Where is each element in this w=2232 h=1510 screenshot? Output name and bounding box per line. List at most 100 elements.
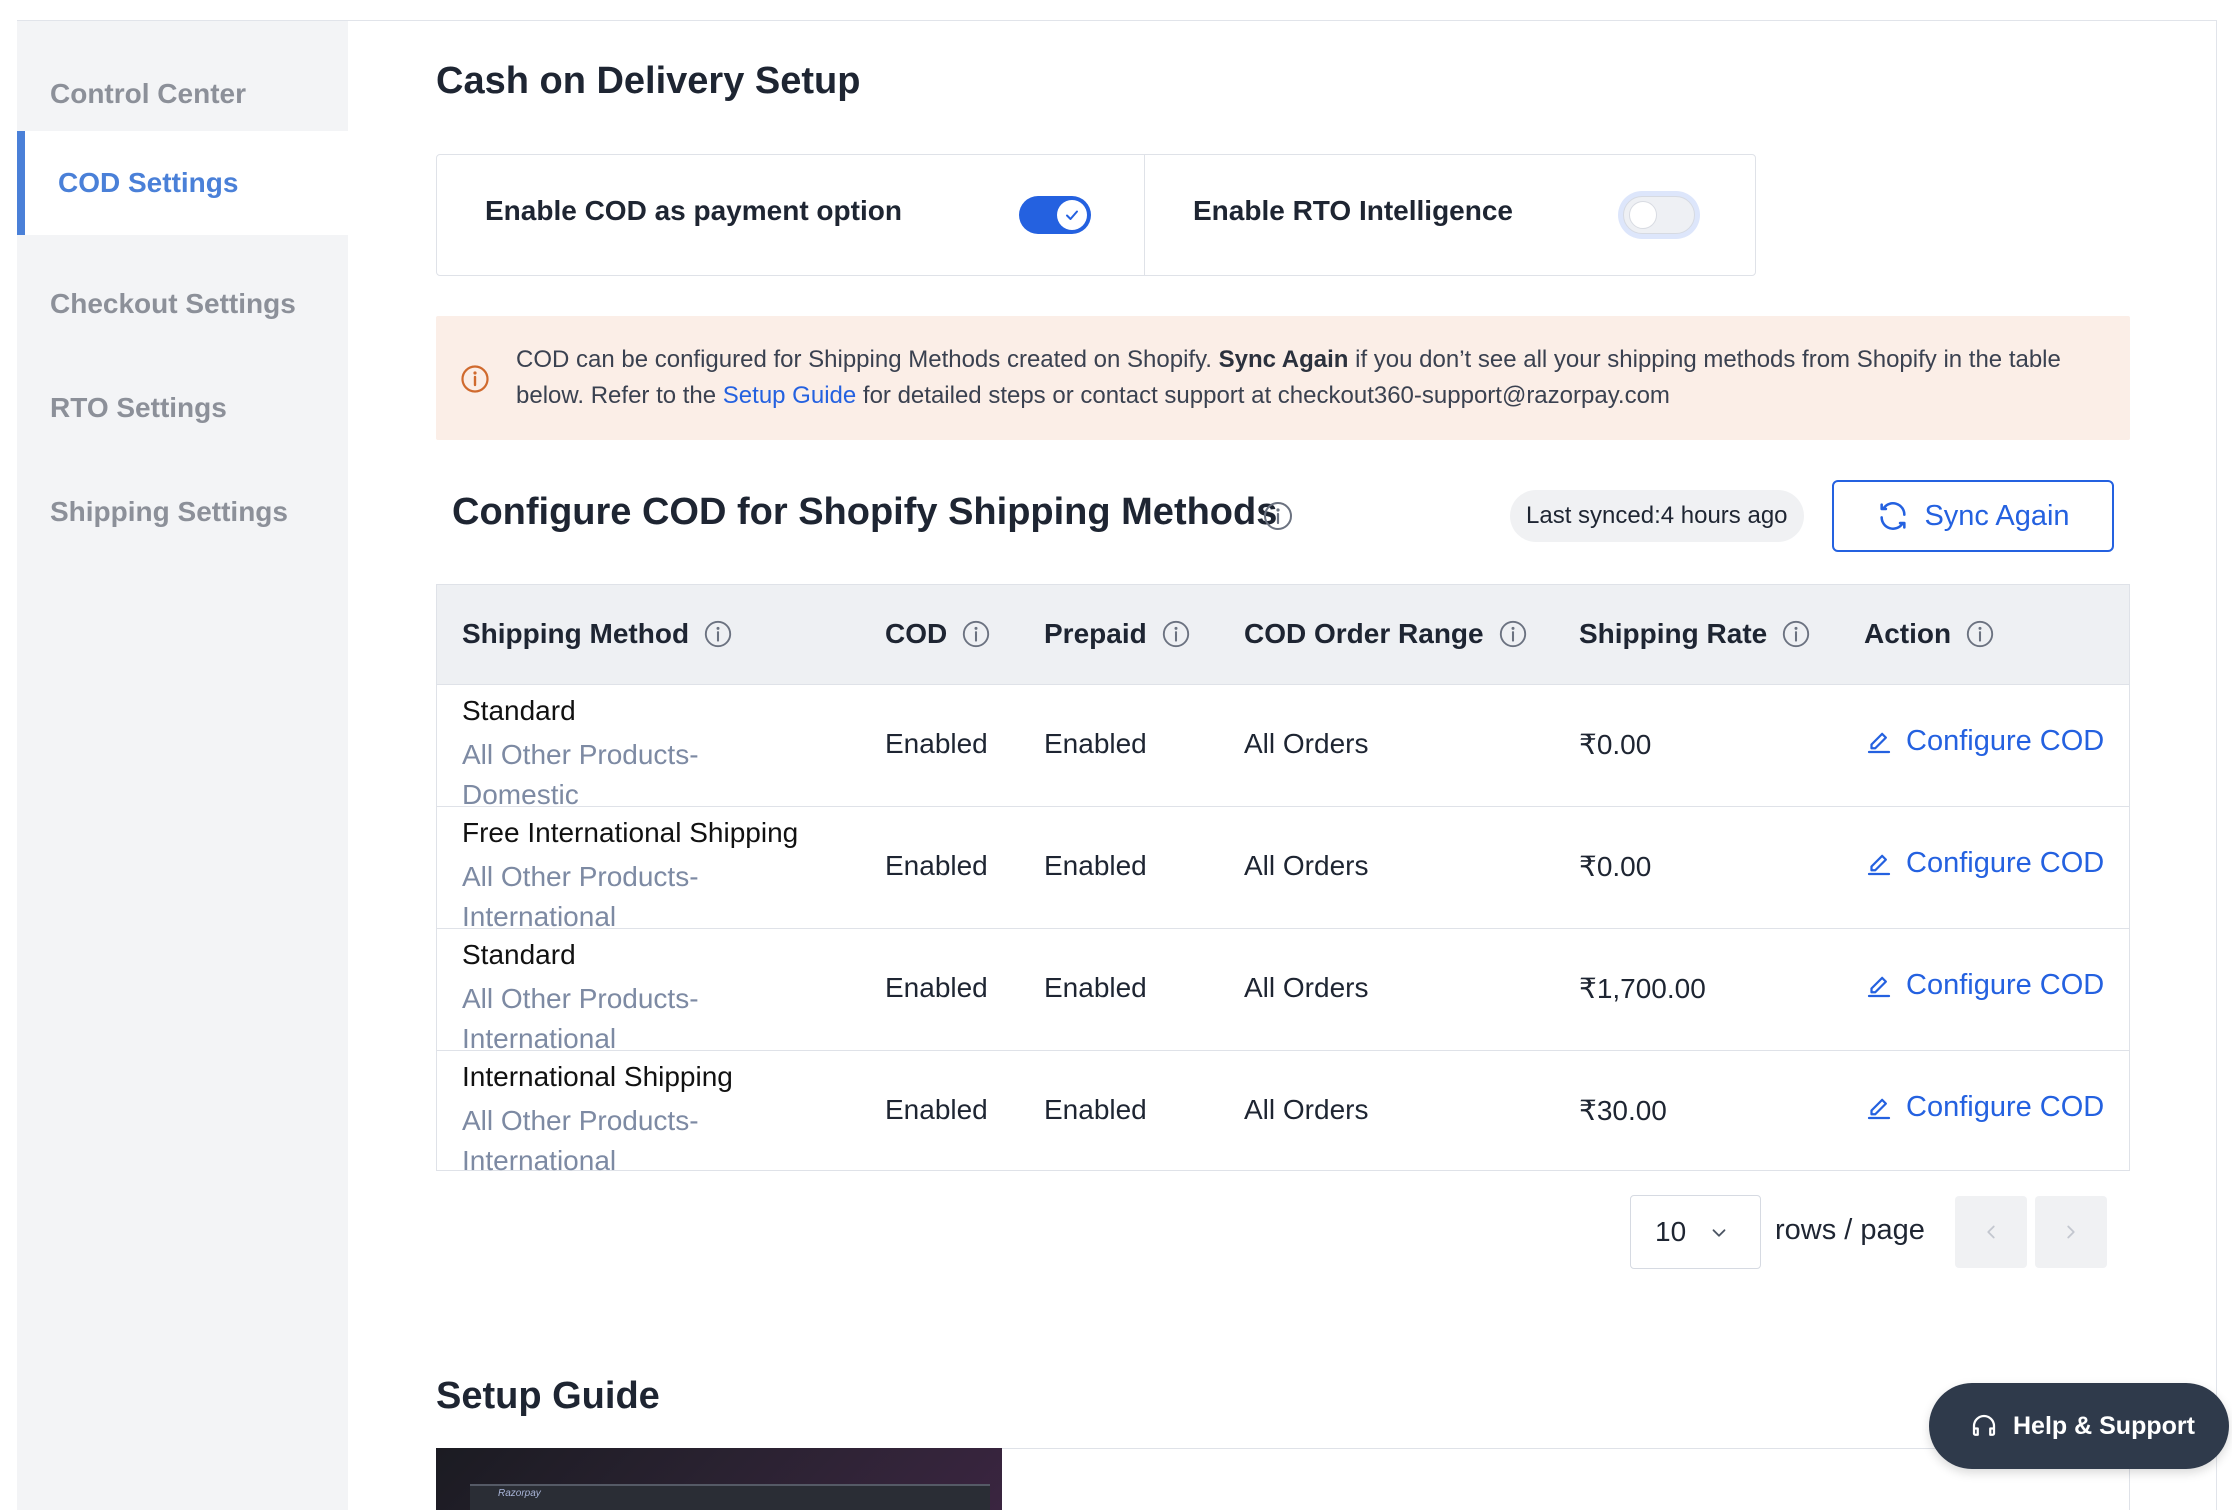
edit-pencil-icon — [1867, 732, 1891, 753]
configure-cod-link[interactable]: Configure COD — [1864, 725, 2104, 758]
shipping-rate: ₹30.00 — [1579, 1095, 1667, 1126]
setup-guide-title: Setup Guide — [436, 1375, 660, 1417]
banner-text-part: COD can be configured for Shipping Metho… — [516, 346, 1219, 373]
configure-cod-label: Configure COD — [1906, 969, 2105, 1001]
sidebar-item-cod-settings[interactable]: COD Settings — [17, 131, 348, 235]
configure-cod-label: Configure COD — [1906, 1091, 2105, 1123]
column-header-label: Shipping Method — [462, 618, 690, 649]
shipping-methods-table: Shipping Method COD Prepaid COD Order Ra… — [436, 584, 2130, 1176]
info-icon[interactable] — [1262, 500, 1294, 532]
zone-line: All Other Products- — [462, 983, 699, 1014]
toggle-knob — [1629, 201, 1657, 229]
zone-line: International — [462, 1145, 617, 1176]
help-support-button[interactable]: Help & Support — [1929, 1383, 2229, 1469]
cod-order-range: All Orders — [1244, 972, 1369, 1003]
configure-cod-label: Configure COD — [1906, 725, 2105, 757]
edit-pencil-icon — [1867, 1098, 1891, 1119]
sidebar-item-label: RTO Settings — [50, 392, 227, 423]
info-icon[interactable] — [1161, 619, 1191, 649]
info-icon[interactable] — [1781, 619, 1811, 649]
column-header-shipping-rate: Shipping Rate — [1579, 618, 1811, 650]
refresh-icon — [1880, 502, 1907, 530]
info-icon[interactable] — [1965, 619, 1995, 649]
section-title: Configure COD for Shopify Shipping Metho… — [452, 491, 1278, 533]
zone-line: All Other Products- — [462, 1105, 699, 1136]
column-header-label: Prepaid — [1044, 618, 1147, 649]
configure-cod-link[interactable]: Configure COD — [1864, 969, 2104, 1002]
warning-info-icon — [461, 365, 489, 393]
enable-rto-toggle[interactable] — [1623, 196, 1695, 234]
enable-rto-label: Enable RTO Intelligence — [1193, 195, 1514, 226]
cod-order-range: All Orders — [1244, 850, 1369, 881]
last-synced-value: 4 hours ago — [1660, 502, 1788, 529]
chevron-down-icon — [1712, 1229, 1726, 1237]
shipping-method-zone: All Other Products- International — [462, 857, 782, 937]
setup-guide-video-thumbnail[interactable]: Razorpay — [436, 1448, 1002, 1510]
table-row: Standard All Other Products- Internationa… — [437, 929, 2129, 1054]
rows-per-page-label: rows / page — [1775, 1214, 1925, 1246]
sidebar-item-label: Checkout Settings — [50, 288, 296, 319]
shipping-method-name: Standard — [462, 695, 576, 726]
edit-pencil-icon — [1867, 854, 1891, 875]
sidebar-item-checkout-settings[interactable]: Checkout Settings — [17, 252, 348, 356]
cod-status: Enabled — [885, 850, 988, 881]
prepaid-status: Enabled — [1044, 850, 1147, 881]
sidebar-item-label: Control Center — [50, 78, 246, 109]
shipping-method-name: International Shipping — [462, 1061, 733, 1092]
cod-status: Enabled — [885, 1094, 988, 1125]
next-page-button[interactable] — [2035, 1196, 2107, 1268]
configure-cod-link[interactable]: Configure COD — [1864, 1091, 2104, 1124]
edit-pencil-icon — [1867, 976, 1891, 997]
prepaid-status: Enabled — [1044, 728, 1147, 759]
sidebar: Control Center COD Settings Checkout Set… — [17, 21, 348, 1510]
info-icon[interactable] — [1498, 619, 1528, 649]
cod-toggle-panel: Enable COD as payment option Enable RTO … — [436, 154, 1756, 276]
column-header-label: COD Order Range — [1244, 618, 1484, 649]
shipping-method-zone: All Other Products- Domestic — [462, 735, 782, 815]
enable-cod-toggle[interactable] — [1019, 196, 1091, 234]
sidebar-item-shipping-settings[interactable]: Shipping Settings — [17, 460, 348, 564]
setup-guide-link[interactable]: Setup Guide — [723, 382, 856, 409]
chevron-right-icon — [2067, 1225, 2075, 1239]
shipping-rate: ₹1,700.00 — [1579, 973, 1706, 1004]
column-header-cod-order-range: COD Order Range — [1244, 618, 1528, 650]
table-row: Standard All Other Products- Domestic Ena… — [437, 685, 2129, 810]
sidebar-item-label: Shipping Settings — [50, 496, 288, 527]
enable-cod-label: Enable COD as payment option — [485, 195, 902, 226]
shipping-method-name: Free International Shipping — [462, 817, 799, 848]
last-synced-label: Last synced: — [1526, 502, 1661, 529]
info-icon[interactable] — [961, 619, 991, 649]
headset-icon — [1972, 1414, 1996, 1436]
column-header-shipping-method: Shipping Method — [462, 618, 733, 650]
column-header-prepaid: Prepaid — [1044, 618, 1191, 650]
table-row: Free International Shipping All Other Pr… — [437, 807, 2129, 932]
column-header-label: COD — [885, 618, 948, 649]
check-icon — [1066, 210, 1078, 220]
info-banner: COD can be configured for Shipping Metho… — [436, 316, 2130, 440]
shipping-method-zone: All Other Products- International — [462, 979, 782, 1059]
banner-text: COD can be configured for Shipping Metho… — [516, 342, 2096, 414]
sidebar-item-rto-settings[interactable]: RTO Settings — [17, 356, 348, 460]
column-header-label: Action — [1864, 618, 1952, 649]
page-title: Cash on Delivery Setup — [436, 60, 861, 102]
prepaid-status: Enabled — [1044, 1094, 1147, 1125]
previous-page-button[interactable] — [1955, 1196, 2027, 1268]
zone-line: All Other Products- — [462, 739, 699, 770]
configure-cod-label: Configure COD — [1906, 847, 2105, 879]
last-synced-badge: Last synced: 4 hours ago — [1510, 490, 1804, 542]
help-support-label: Help & Support — [2013, 1411, 2195, 1440]
toggle-divider — [1144, 155, 1145, 275]
info-icon[interactable] — [703, 619, 733, 649]
thumbnail-screen — [470, 1484, 990, 1510]
table-header: Shipping Method COD Prepaid COD Order Ra… — [437, 585, 2129, 685]
prepaid-status: Enabled — [1044, 972, 1147, 1003]
shipping-method-name: Standard — [462, 939, 576, 970]
cod-order-range: All Orders — [1244, 1094, 1369, 1125]
shipping-rate: ₹0.00 — [1579, 851, 1652, 882]
configure-cod-link[interactable]: Configure COD — [1864, 847, 2104, 880]
toggle-knob — [1057, 200, 1087, 230]
sync-again-button[interactable]: Sync Again — [1832, 480, 2114, 552]
banner-text-part: for detailed steps or contact support at… — [856, 382, 1670, 409]
rows-per-page-select[interactable]: 10 — [1630, 1195, 1761, 1269]
chevron-left-icon — [1987, 1225, 1995, 1239]
